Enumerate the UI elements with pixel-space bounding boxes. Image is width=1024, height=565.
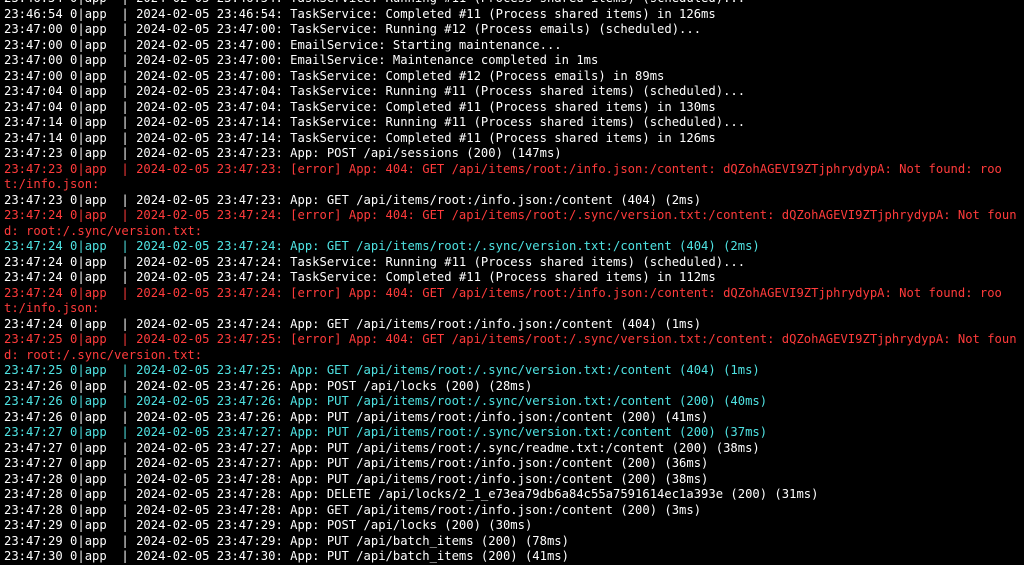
log-line-http: 23:47:25 0|app | 2024-02-05 23:47:25: Ap… — [4, 363, 760, 377]
log-line: 23:47:23 0|app | 2024-02-05 23:47:23: Ap… — [4, 192, 702, 207]
log-line-http: 23:47:24 0|app | 2024-02-05 23:47:24: Ap… — [4, 239, 760, 253]
log-line: 23:47:29 0|app | 2024-02-05 23:47:29: Ap… — [4, 533, 569, 548]
log-line: 23:47:00 0|app | 2024-02-05 23:47:00: Ta… — [4, 22, 702, 36]
log-line: 23:47:00 0|app | 2024-02-05 23:47:00: Ta… — [4, 68, 665, 83]
log-line: 23:47:00 0|app | 2024-02-05 23:47:00: Em… — [4, 53, 599, 67]
log-output: 23:46:54 0|app | 2024-02-05 23:46:54: Ta… — [4, 0, 1024, 565]
log-line-error: 23:47:25 0|app | 2024-02-05 23:47:25: [e… — [4, 332, 1017, 362]
log-line: 23:47:26 0|app | 2024-02-05 23:47:26: Ap… — [4, 378, 533, 393]
log-line: 23:47:23 0|app | 2024-02-05 23:47:23: Ap… — [4, 146, 562, 160]
log-line-error: 23:47:24 0|app | 2024-02-05 23:47:24: [e… — [4, 285, 1002, 316]
log-line: 23:47:27 0|app | 2024-02-05 23:47:27: Ap… — [4, 440, 760, 455]
log-line: 23:47:26 0|app | 2024-02-05 23:47:26: Ap… — [4, 409, 709, 424]
log-line: 23:46:54 0|app | 2024-02-05 23:46:54: Ta… — [4, 6, 716, 21]
log-line: 23:47:28 0|app | 2024-02-05 23:47:28: Ap… — [4, 502, 702, 517]
log-line: 23:47:24 0|app | 2024-02-05 23:47:24: Ta… — [4, 270, 716, 284]
log-line: 23:47:14 0|app | 2024-02-05 23:47:14: Ta… — [4, 115, 746, 129]
log-line: 23:47:04 0|app | 2024-02-05 23:47:04: Ta… — [4, 99, 716, 114]
log-line: 23:47:27 0|app | 2024-02-05 23:47:27: Ap… — [4, 456, 709, 470]
log-line-http: 23:47:27 0|app | 2024-02-05 23:47:27: Ap… — [4, 425, 768, 439]
log-line: 23:47:28 0|app | 2024-02-05 23:47:28: Ap… — [4, 487, 819, 501]
log-line: 23:47:29 0|app | 2024-02-05 23:47:29: Ap… — [4, 518, 533, 532]
log-line: 23:47:28 0|app | 2024-02-05 23:47:28: Ap… — [4, 471, 709, 486]
log-line: 23:47:30 0|app | 2024-02-05 23:47:30: Ap… — [4, 549, 569, 563]
log-line: 23:47:00 0|app | 2024-02-05 23:47:00: Em… — [4, 37, 562, 52]
log-line-error: 23:47:24 0|app | 2024-02-05 23:47:24: [e… — [4, 208, 1017, 238]
log-line-error: 23:47:23 0|app | 2024-02-05 23:47:23: [e… — [4, 161, 1002, 192]
terminal-window[interactable]: 23:46:54 0|app | 2024-02-05 23:46:54: Ta… — [0, 0, 1024, 565]
log-line: 23:47:14 0|app | 2024-02-05 23:47:14: Ta… — [4, 130, 716, 145]
log-line: 23:47:24 0|app | 2024-02-05 23:47:24: Ta… — [4, 254, 746, 269]
log-line: 23:47:04 0|app | 2024-02-05 23:47:04: Ta… — [4, 84, 746, 98]
log-line-http: 23:47:26 0|app | 2024-02-05 23:47:26: Ap… — [4, 394, 768, 408]
log-line: 23:47:24 0|app | 2024-02-05 23:47:24: Ap… — [4, 316, 702, 331]
